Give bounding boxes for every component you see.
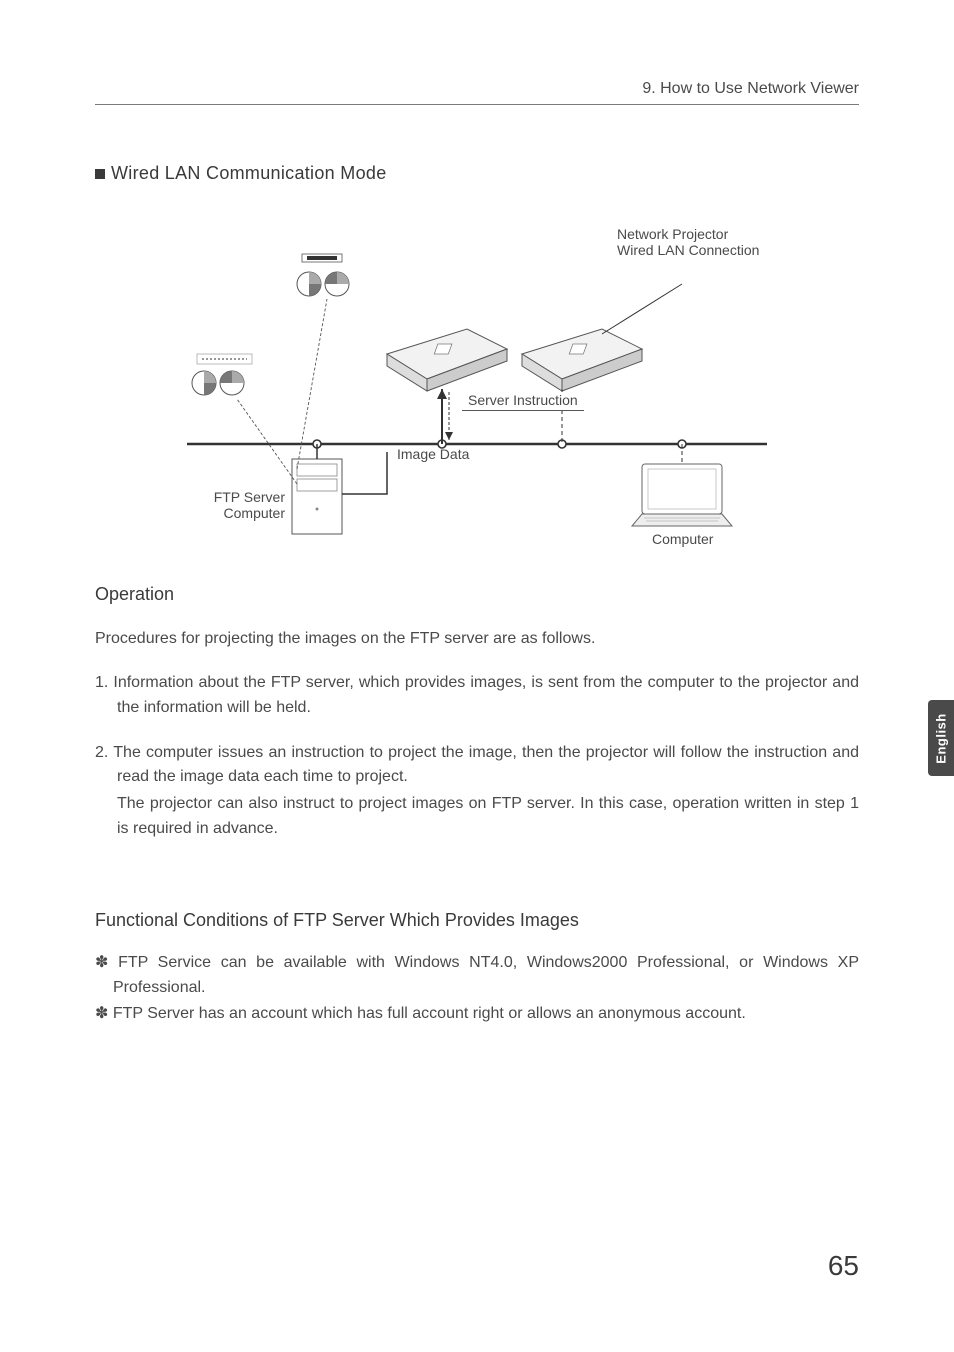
item-number: 2. [95,744,108,761]
page-number: 65 [828,1250,859,1282]
operation-intro: Procedures for projecting the images on … [95,627,859,651]
language-tab-label: English [934,713,949,763]
list-item: 2. The computer issues an instruction to… [95,741,859,842]
operation-heading: Operation [95,584,859,605]
projector-icon [522,329,642,391]
section-title-text: Wired LAN Communication Mode [111,163,387,183]
page-header: 9. How to Use Network Viewer [95,80,859,105]
list-item: 1. Information about the FTP server, whi… [95,671,859,721]
item-continuation: The projector can also instruct to proje… [95,792,859,842]
language-tab: English [928,700,954,776]
square-bullet-icon [95,169,105,179]
bullet-glyph: ✽ [95,954,108,971]
diagram-label-image-data: Image Data [397,446,469,462]
item-text: The computer issues an instruction to pr… [113,744,859,786]
diagram-label-server-instruction: Server Instruction [462,392,584,411]
document-page: 9. How to Use Network Viewer Wired LAN C… [0,0,954,1352]
diagram-label-ftp-server: FTP Server Computer [185,489,285,521]
diagram-label-computer: Computer [652,531,713,547]
item-number: 1. [95,674,108,691]
network-diagram: Network Projector Wired LAN Connection S… [127,224,827,554]
bullet-item: ✽ FTP Service can be available with Wind… [95,951,859,1001]
bullet-glyph: ✽ [95,1005,108,1022]
item-text: Information about the FTP server, which … [113,674,859,716]
section-title: Wired LAN Communication Mode [95,163,859,184]
bullet-text: FTP Service can be available with Window… [113,954,859,996]
bullet-text: FTP Server has an account which has full… [113,1005,746,1022]
projector-icon [387,329,507,391]
bullet-item: ✽ FTP Server has an account which has fu… [95,1002,859,1027]
computer-icon [632,464,732,526]
diagram-label-network-projector: Network Projector Wired LAN Connection [617,226,759,258]
conditions-heading: Functional Conditions of FTP Server Whic… [95,910,859,931]
breadcrumb: 9. How to Use Network Viewer [642,80,859,97]
